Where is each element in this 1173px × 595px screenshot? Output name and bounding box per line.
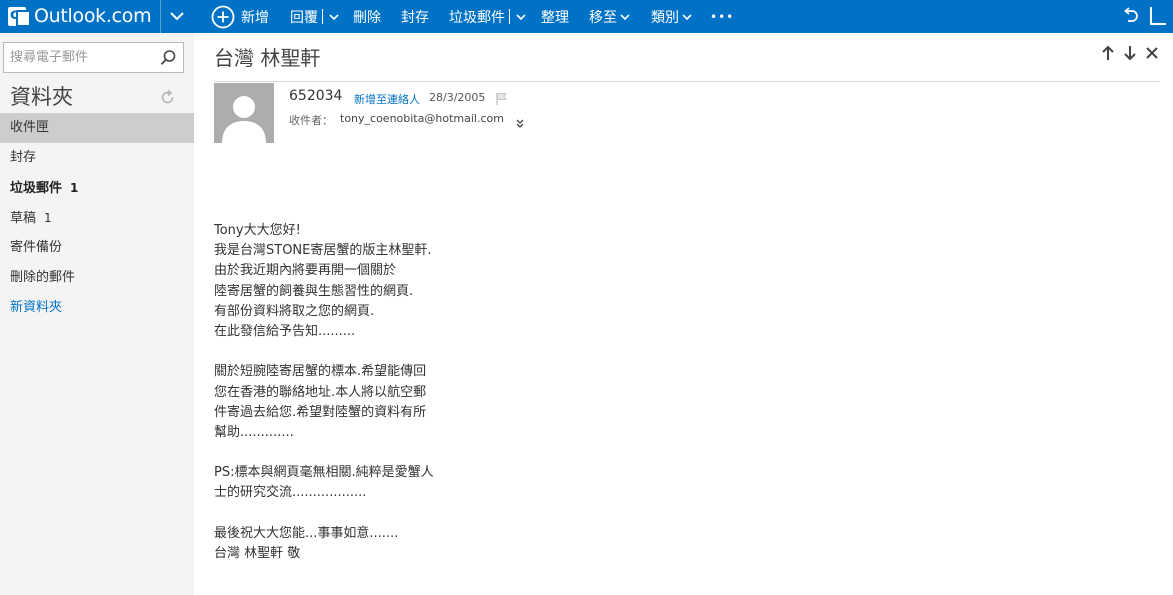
- top-bar: Outlook.com 新增 回覆 刪除 封存 垃圾郵件 整理 移至: [0, 0, 1173, 33]
- folder-item-deleted[interactable]: 刪除的郵件: [0, 263, 194, 293]
- more-actions-button[interactable]: •••: [710, 0, 734, 33]
- undo-icon[interactable]: [1119, 5, 1141, 27]
- app-title: Outlook.com: [34, 5, 152, 27]
- search-box: [3, 42, 184, 73]
- folder-item-archive[interactable]: 封存: [0, 143, 194, 173]
- junk-button[interactable]: 垃圾郵件: [449, 0, 526, 33]
- body-line: 最後祝大大您能...事事如意.......: [214, 525, 399, 541]
- category-button[interactable]: 類別: [651, 0, 692, 33]
- delete-button[interactable]: 刪除: [353, 0, 381, 33]
- add-to-contacts-link[interactable]: 新增至連絡人: [354, 91, 420, 107]
- folder-label: 草稿: [10, 211, 37, 226]
- chevron-down-icon: [682, 13, 692, 21]
- reply-button[interactable]: 回覆: [290, 0, 339, 33]
- body-line: 有部份資料將取之您的網頁.: [214, 303, 375, 319]
- new-button-label: 新增: [241, 9, 269, 26]
- outlook-logo-icon: [8, 5, 31, 27]
- body-line: 件寄過去給您.希望對陸蟹的資料有所: [214, 404, 427, 420]
- body-line: 台灣 林聖軒 敬: [214, 546, 301, 561]
- sender-avatar[interactable]: [214, 83, 274, 143]
- move-to-button-label: 移至: [589, 9, 617, 26]
- flag-icon[interactable]: [495, 91, 508, 105]
- folder-label: 封存: [10, 150, 37, 165]
- split-divider: [322, 9, 323, 24]
- body-line: 由於我近期內將要再開一個關於: [214, 263, 397, 279]
- divider: [214, 81, 1160, 82]
- chevron-down-icon: [620, 13, 630, 21]
- body-line: 士的研究交流..................: [214, 485, 367, 501]
- body-line: [214, 342, 574, 362]
- archive-button-label: 封存: [401, 9, 429, 26]
- body-line: [214, 443, 574, 463]
- reply-button-label: 回覆: [290, 9, 318, 26]
- move-to-button[interactable]: 移至: [589, 0, 630, 33]
- sent-date: 28/3/2005: [429, 91, 486, 104]
- body-line: 幫助.............: [214, 424, 294, 440]
- chevron-down-icon[interactable]: [516, 13, 526, 21]
- body-line: 您在香港的聯絡地址.本人將以航空郵: [214, 384, 427, 400]
- new-folder-link[interactable]: 新資料夾: [0, 293, 194, 323]
- sweep-button[interactable]: 整理: [541, 0, 569, 33]
- sweep-button-label: 整理: [541, 9, 569, 26]
- body-line: PS:標本與網頁毫無相關.純粹是愛蟹人: [214, 465, 434, 481]
- recipient-address[interactable]: tony_coenobita@hotmail.com: [340, 112, 504, 125]
- folder-label: 收件匣: [10, 120, 50, 135]
- folder-list: 收件匣 封存 垃圾郵件 1 草稿 1 寄件備份 刪除的郵件 新資料夾: [0, 113, 194, 323]
- folder-pane: 資料夾 收件匣 封存 垃圾郵件 1 草稿 1 寄件備份 刪除的郵件 新資料夾: [0, 33, 194, 595]
- plus-circle-icon: [211, 5, 235, 29]
- category-button-label: 類別: [651, 9, 679, 26]
- divider: [160, 0, 161, 33]
- body-line: [214, 504, 574, 524]
- folder-item-drafts[interactable]: 草稿 1: [0, 203, 194, 233]
- arrow-up-icon[interactable]: [1100, 45, 1116, 61]
- folder-label: 新資料夾: [10, 300, 63, 315]
- folders-heading: 資料夾: [10, 85, 73, 109]
- unread-count: 1: [70, 181, 79, 195]
- body-line: 我是台灣STONE寄居蟹的版主林聖軒.: [214, 243, 432, 259]
- item-count: 1: [44, 211, 52, 225]
- folder-item-junk[interactable]: 垃圾郵件 1: [0, 173, 194, 203]
- body-line: 陸寄居蟹的飼養與生態習性的網頁.: [214, 283, 414, 299]
- arrow-down-icon[interactable]: [1122, 45, 1138, 61]
- app-switcher-chevron-icon[interactable]: [167, 6, 187, 26]
- delete-button-label: 刪除: [353, 9, 381, 26]
- folder-label: 垃圾郵件: [10, 181, 63, 196]
- close-icon[interactable]: [1144, 45, 1160, 61]
- folder-item-inbox[interactable]: 收件匣: [0, 113, 194, 143]
- account-icon[interactable]: [1149, 6, 1167, 26]
- folder-item-sent[interactable]: 寄件備份: [0, 233, 194, 263]
- search-input[interactable]: [4, 43, 154, 72]
- message-subject: 台灣 林聖軒: [214, 46, 321, 70]
- sender-name[interactable]: 652034: [289, 88, 342, 104]
- app-logo[interactable]: Outlook.com: [8, 4, 152, 28]
- junk-button-label: 垃圾郵件: [449, 9, 505, 26]
- archive-button[interactable]: 封存: [401, 0, 429, 33]
- refresh-icon[interactable]: [159, 89, 176, 106]
- folder-label: 刪除的郵件: [10, 270, 76, 285]
- person-silhouette-icon: [222, 96, 266, 143]
- search-icon[interactable]: [160, 49, 177, 66]
- body-line: Tony大大您好!: [214, 223, 301, 238]
- chevron-down-icon[interactable]: [329, 13, 339, 21]
- message-body: Tony大大您好! 我是台灣STONE寄居蟹的版主林聖軒. 由於我近期內將要再開…: [214, 221, 574, 564]
- body-line: 在此發信給予告知.........: [214, 323, 356, 339]
- recipient-label: 收件者：: [289, 114, 333, 127]
- expand-details-icon[interactable]: [516, 114, 524, 128]
- new-button[interactable]: 新增: [211, 0, 269, 33]
- body-line: 關於短腕陸寄居蟹的標本.希望能傳回: [214, 364, 427, 380]
- folder-label: 寄件備份: [10, 240, 63, 255]
- more-actions-label: •••: [710, 9, 735, 24]
- split-divider: [509, 9, 510, 24]
